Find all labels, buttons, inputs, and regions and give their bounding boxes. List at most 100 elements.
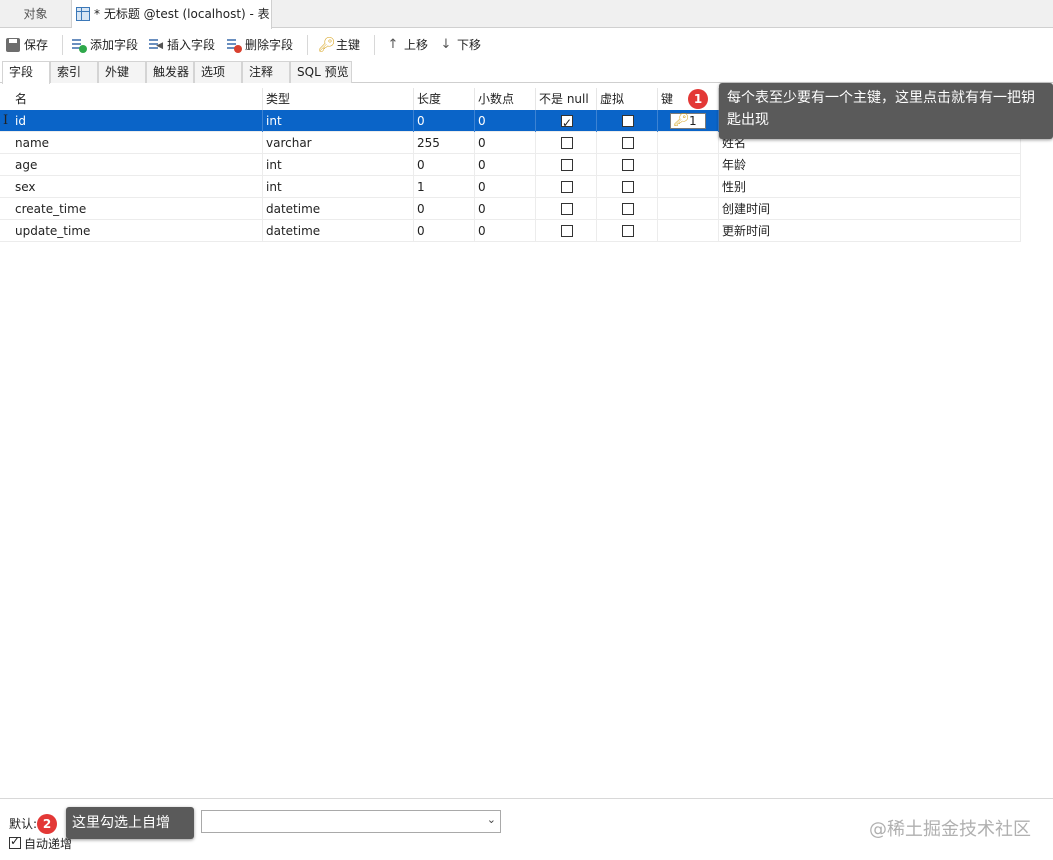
tab-foreign-keys[interactable]: 外键 xyxy=(98,61,146,83)
add-field-icon xyxy=(72,38,87,53)
save-label: 保存 xyxy=(24,38,49,52)
cell-key[interactable]: 🔑︎ 1 xyxy=(658,110,719,132)
cell-decimals[interactable]: 0 xyxy=(475,110,536,132)
key-order-text: 1 xyxy=(689,114,697,128)
move-up-button[interactable]: ↑ 上移 xyxy=(384,35,428,55)
cell-key[interactable] xyxy=(658,154,719,176)
tab-sql-preview[interactable]: SQL 预览 xyxy=(290,61,352,83)
cell-name[interactable]: age xyxy=(12,154,263,176)
cell-virtual[interactable] xyxy=(597,154,658,176)
cell-length[interactable]: 0 xyxy=(414,220,475,242)
virtual-checkbox[interactable] xyxy=(622,159,634,171)
default-value-select[interactable]: ⌄ xyxy=(201,810,501,833)
virtual-checkbox[interactable] xyxy=(622,115,634,127)
delete-field-button[interactable]: 删除字段 xyxy=(225,35,293,55)
cell-type[interactable]: varchar xyxy=(263,132,414,154)
table-row[interactable]: sex int 1 0 性别 xyxy=(0,176,1021,198)
cell-type[interactable]: datetime xyxy=(263,198,414,220)
cell-length[interactable]: 0 xyxy=(414,154,475,176)
cell-name[interactable]: create_time xyxy=(12,198,263,220)
cell-virtual[interactable] xyxy=(597,220,658,242)
cell-name[interactable]: id xyxy=(12,110,263,132)
designer-tab-bar: 字段 索引 外键 触发器 选项 注释 SQL 预览 xyxy=(0,61,1053,84)
cell-key[interactable] xyxy=(658,132,719,154)
cell-virtual[interactable] xyxy=(597,110,658,132)
key-icon: 🔑︎ xyxy=(673,113,690,128)
cell-name[interactable]: sex xyxy=(12,176,263,198)
primary-key-label: 主键 xyxy=(336,38,361,52)
primary-key-button[interactable]: 🔑︎ 主键 xyxy=(316,35,360,55)
add-field-button[interactable]: 添加字段 xyxy=(70,35,138,55)
tab-fields[interactable]: 字段 xyxy=(2,61,50,84)
cell-not-null[interactable] xyxy=(536,132,597,154)
header-length[interactable]: 长度 xyxy=(414,88,475,110)
key-icon: 🔑︎ xyxy=(318,37,336,53)
virtual-checkbox[interactable] xyxy=(622,181,634,193)
table-row[interactable]: update_time datetime 0 0 更新时间 xyxy=(0,220,1021,242)
cell-key[interactable] xyxy=(658,220,719,242)
table-row[interactable]: age int 0 0 年龄 xyxy=(0,154,1021,176)
cell-key[interactable] xyxy=(658,176,719,198)
virtual-checkbox[interactable] xyxy=(622,203,634,215)
not-null-checkbox[interactable] xyxy=(561,112,573,132)
cell-decimals[interactable]: 0 xyxy=(475,220,536,242)
cell-length[interactable]: 0 xyxy=(414,110,475,132)
table-row[interactable]: create_time datetime 0 0 创建时间 xyxy=(0,198,1021,220)
header-virtual[interactable]: 虚拟 xyxy=(597,88,658,110)
header-not-null[interactable]: 不是 null xyxy=(536,88,597,110)
table-designer: 对象 * 无标题 @test (localhost) - 表 保存 添加字段 ◀… xyxy=(0,0,1053,860)
cell-length[interactable]: 1 xyxy=(414,176,475,198)
cell-decimals[interactable]: 0 xyxy=(475,154,536,176)
cell-type[interactable]: int xyxy=(263,154,414,176)
cell-virtual[interactable] xyxy=(597,132,658,154)
cell-decimals[interactable]: 0 xyxy=(475,198,536,220)
cell-decimals[interactable]: 0 xyxy=(475,176,536,198)
tab-objects[interactable]: 对象 xyxy=(0,0,72,28)
cell-type[interactable]: int xyxy=(263,110,414,132)
cell-virtual[interactable] xyxy=(597,198,658,220)
cell-not-null[interactable] xyxy=(536,110,597,132)
cell-length[interactable]: 255 xyxy=(414,132,475,154)
row-cursor-icon: I xyxy=(3,113,9,128)
not-null-checkbox[interactable] xyxy=(561,225,573,237)
tab-indexes[interactable]: 索引 xyxy=(50,61,98,83)
move-down-button[interactable]: ↓ 下移 xyxy=(437,35,481,55)
cell-virtual[interactable] xyxy=(597,176,658,198)
tab-table-design[interactable]: * 无标题 @test (localhost) - 表 xyxy=(72,0,272,29)
not-null-checkbox[interactable] xyxy=(561,137,573,149)
cell-length[interactable]: 0 xyxy=(414,198,475,220)
save-button[interactable]: 保存 xyxy=(4,35,48,55)
header-decimals[interactable]: 小数点 xyxy=(475,88,536,110)
virtual-checkbox[interactable] xyxy=(622,225,634,237)
not-null-checkbox[interactable] xyxy=(561,181,573,193)
tab-comments[interactable]: 注释 xyxy=(242,61,290,83)
cell-name[interactable]: update_time xyxy=(12,220,263,242)
auto-increment-checkbox[interactable] xyxy=(9,834,21,849)
cell-comment[interactable]: 性别 xyxy=(719,176,1021,198)
tab-triggers[interactable]: 触发器 xyxy=(146,61,194,83)
cell-not-null[interactable] xyxy=(536,176,597,198)
delete-field-icon xyxy=(227,38,242,53)
cell-type[interactable]: datetime xyxy=(263,220,414,242)
header-name[interactable]: 名 xyxy=(12,88,263,110)
not-null-checkbox[interactable] xyxy=(561,159,573,171)
cell-key[interactable] xyxy=(658,198,719,220)
annotation-tooltip-auto-increment: 这里勾选上自增 xyxy=(66,807,194,839)
toolbar: 保存 添加字段 ◀ 插入字段 删除字段 🔑︎ 主键 ↑ 上移 ↓ 下移 xyxy=(0,29,1053,61)
cell-not-null[interactable] xyxy=(536,154,597,176)
primary-key-marker[interactable]: 🔑︎ 1 xyxy=(670,113,706,129)
cell-not-null[interactable] xyxy=(536,198,597,220)
cell-decimals[interactable]: 0 xyxy=(475,132,536,154)
cell-type[interactable]: int xyxy=(263,176,414,198)
tab-options[interactable]: 选项 xyxy=(194,61,242,83)
cell-not-null[interactable] xyxy=(536,220,597,242)
cell-name[interactable]: name xyxy=(12,132,263,154)
insert-field-button[interactable]: ◀ 插入字段 xyxy=(147,35,215,55)
cell-comment[interactable]: 年龄 xyxy=(719,154,1021,176)
cell-comment[interactable]: 创建时间 xyxy=(719,198,1021,220)
cell-comment[interactable]: 更新时间 xyxy=(719,220,1021,242)
virtual-checkbox[interactable] xyxy=(622,137,634,149)
header-type[interactable]: 类型 xyxy=(263,88,414,110)
not-null-checkbox[interactable] xyxy=(561,203,573,215)
move-down-label: 下移 xyxy=(457,38,482,52)
